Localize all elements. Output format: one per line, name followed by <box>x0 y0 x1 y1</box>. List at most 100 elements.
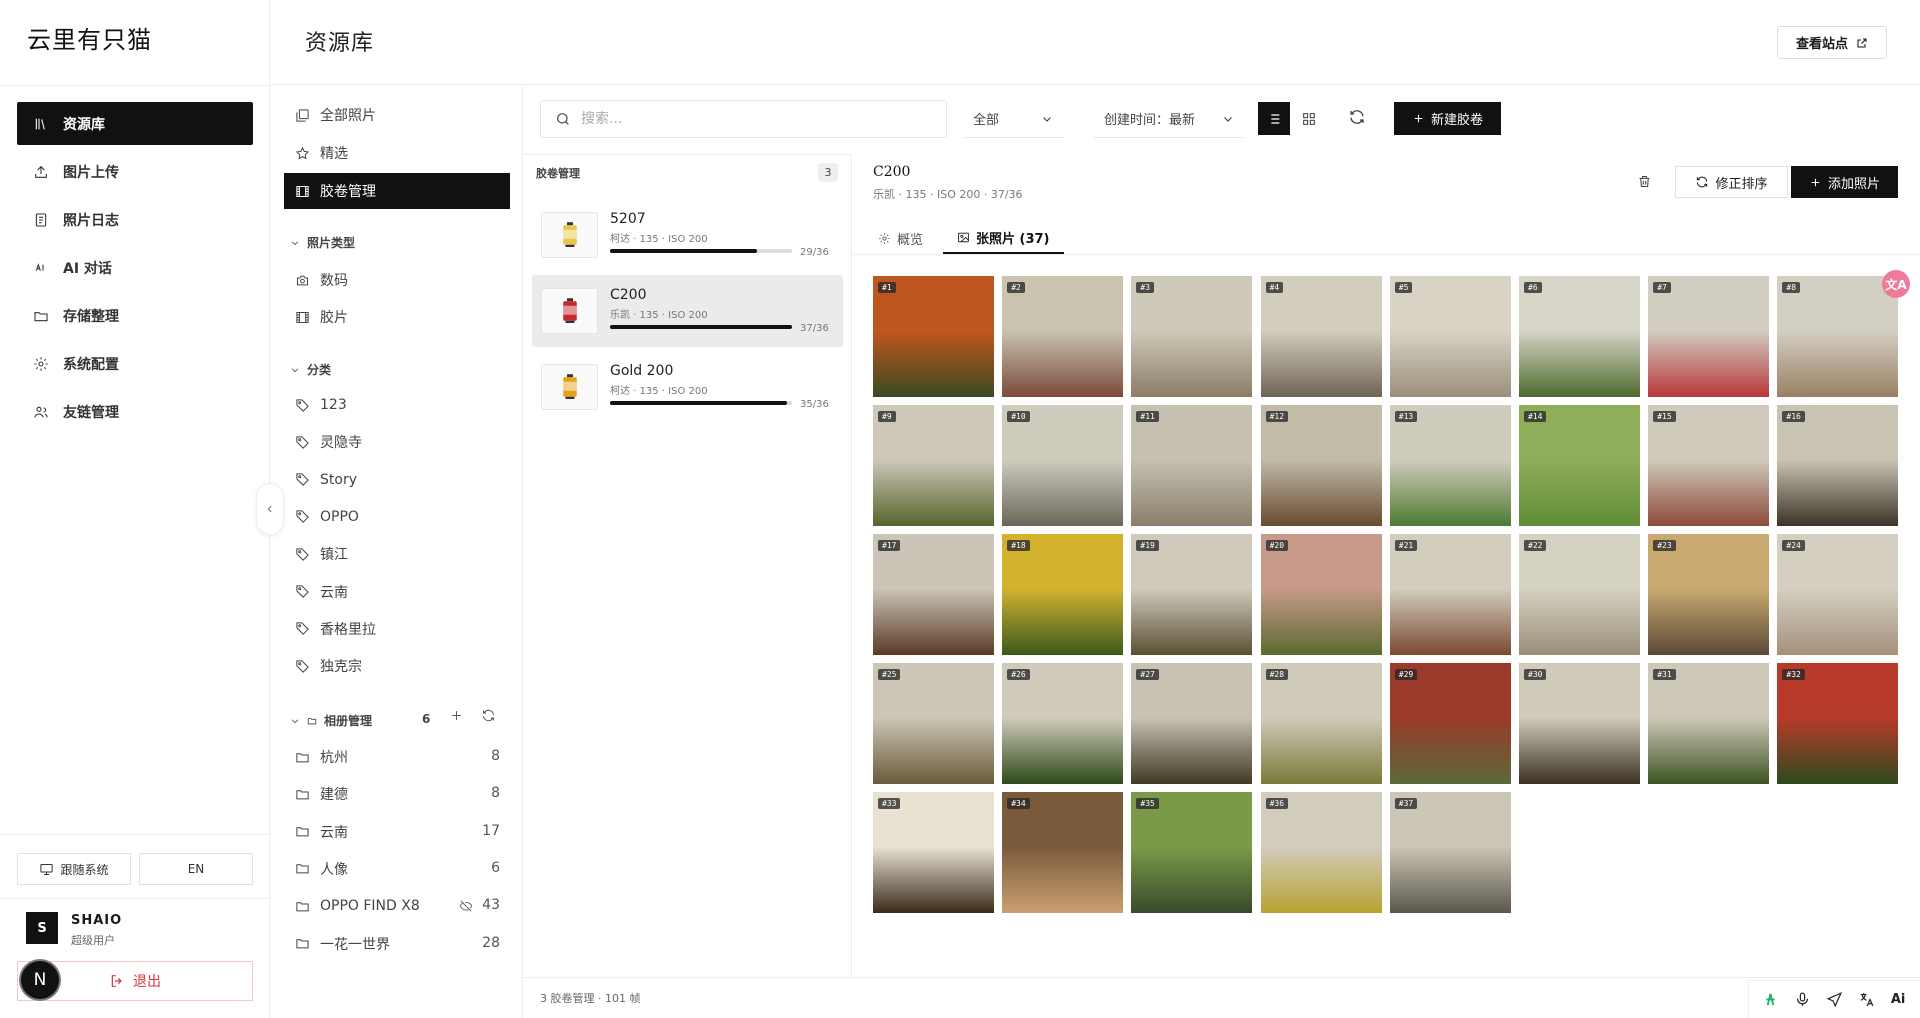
category-item[interactable]: OPPO <box>284 499 510 535</box>
sidebar-item-4[interactable]: 存储整理 <box>17 294 253 337</box>
category-item[interactable]: 灵隐寺 <box>284 424 510 460</box>
photos-icon <box>296 108 309 122</box>
roll-card[interactable]: C200 乐凯 · 135 · ISO 200 37/36 <box>532 275 843 347</box>
grid-view-button[interactable] <box>1293 102 1325 135</box>
theme-toggle-button[interactable]: 跟随系统 <box>17 853 131 885</box>
photo-thumbnail[interactable]: #35 <box>1131 792 1253 913</box>
photo-thumbnail[interactable]: #15 <box>1648 405 1770 526</box>
search-box[interactable] <box>540 100 947 138</box>
category-item[interactable]: 香格里拉 <box>284 611 510 647</box>
photo-thumbnail[interactable]: #9 <box>873 405 994 526</box>
list-view-button[interactable] <box>1258 102 1290 135</box>
microphone-icon[interactable] <box>1792 989 1814 1011</box>
photo-thumbnail[interactable]: #36 <box>1260 792 1382 913</box>
photo-thumbnail[interactable]: #11 <box>1131 405 1253 526</box>
delete-roll-button[interactable] <box>1637 174 1655 192</box>
photo-number-badge: #37 <box>1394 798 1418 809</box>
photo-thumbnail[interactable]: #1 <box>873 276 994 397</box>
photo-thumbnail[interactable]: #12 <box>1260 405 1382 526</box>
subnav-item-0[interactable]: 全部照片 <box>284 97 510 133</box>
subnav-item-1[interactable]: 精选 <box>284 135 510 171</box>
sidebar-item-2[interactable]: 照片日志 <box>17 198 253 241</box>
category-item[interactable]: 云南 <box>284 574 510 610</box>
photo-thumbnail[interactable]: #18 <box>1002 534 1124 655</box>
category-item[interactable]: 镇江 <box>284 536 510 572</box>
photo-thumbnail[interactable]: #28 <box>1260 663 1382 784</box>
photo-thumbnail[interactable]: #25 <box>873 663 994 784</box>
language-button[interactable]: EN <box>139 853 253 885</box>
category-item[interactable]: 123 <box>284 387 510 423</box>
view-site-label: 查看站点 <box>1795 37 1848 52</box>
brand-logo[interactable]: 云里有只猫 <box>27 20 152 55</box>
photo-thumbnail[interactable]: #32 <box>1777 663 1899 784</box>
translate-icon[interactable] <box>1855 989 1877 1011</box>
photo-thumbnail[interactable]: #21 <box>1389 534 1511 655</box>
photo-thumbnail[interactable]: #19 <box>1131 534 1253 655</box>
collapse-sidebar-handle[interactable] <box>256 483 284 535</box>
photo-thumbnail[interactable]: #31 <box>1648 663 1770 784</box>
photo-thumbnail[interactable]: #29 <box>1389 663 1511 784</box>
category-item[interactable]: 独克宗 <box>284 648 510 684</box>
photo-number-badge: #23 <box>1653 540 1676 551</box>
ai-button[interactable]: Ai <box>1887 989 1909 1011</box>
section-category[interactable]: 分类 <box>290 361 331 378</box>
sidebar-item-5[interactable]: 系统配置 <box>17 342 253 385</box>
sidebar-item-6[interactable]: 友链管理 <box>17 390 253 433</box>
refresh-albums-button[interactable] <box>481 708 497 724</box>
filter-select[interactable]: 全部 <box>963 100 1063 138</box>
view-site-button[interactable]: 查看站点 <box>1777 26 1887 59</box>
photo-thumbnail[interactable]: #17 <box>873 534 994 655</box>
photo-type-item[interactable]: 数码 <box>284 262 510 298</box>
photo-thumbnail[interactable]: #26 <box>1002 663 1124 784</box>
roll-card[interactable]: Gold 200 柯达 · 135 · ISO 200 35/36 <box>532 351 843 423</box>
roll-card[interactable]: 5207 柯达 · 135 · ISO 200 29/36 <box>532 199 843 271</box>
refresh-button[interactable] <box>1348 108 1370 130</box>
photo-thumbnail[interactable]: #14 <box>1519 405 1640 526</box>
tab-photos[interactable]: 张照片 (37) <box>943 222 1064 254</box>
sort-select[interactable]: 创建时间：最新 <box>1094 100 1244 138</box>
new-roll-button[interactable]: 新建胶卷 <box>1394 102 1501 135</box>
translate-badge[interactable]: 文A <box>1882 270 1910 298</box>
photo-thumbnail[interactable]: #3 <box>1131 276 1253 397</box>
photo-thumbnail[interactable]: #22 <box>1519 534 1640 655</box>
add-album-button[interactable] <box>449 708 465 724</box>
chevron-down-icon <box>291 367 299 372</box>
photo-thumbnail[interactable]: #30 <box>1519 663 1640 784</box>
photo-thumbnail[interactable]: #5 <box>1389 276 1511 397</box>
photo-thumbnail[interactable]: #27 <box>1131 663 1253 784</box>
fix-order-button[interactable]: 修正排序 <box>1675 166 1788 198</box>
photo-thumbnail[interactable]: #10 <box>1002 405 1124 526</box>
roll-frame-count: 35/36 <box>800 399 829 410</box>
photo-type-item[interactable]: 胶片 <box>284 299 510 335</box>
film-canister-icon <box>541 364 598 410</box>
extension-logo-icon[interactable] <box>1760 989 1782 1011</box>
avatar[interactable]: S <box>26 912 58 944</box>
photo-thumbnail[interactable]: #23 <box>1648 534 1770 655</box>
photo-thumbnail[interactable]: #2 <box>1002 276 1124 397</box>
sidebar-item-1[interactable]: 图片上传 <box>17 150 253 193</box>
photo-thumbnail[interactable]: #13 <box>1389 405 1511 526</box>
add-photo-button[interactable]: 添加照片 <box>1791 166 1898 198</box>
search-input[interactable] <box>581 111 921 127</box>
section-photo-type[interactable]: 照片类型 <box>290 234 355 251</box>
photo-thumbnail[interactable]: #16 <box>1777 405 1899 526</box>
photo-thumbnail[interactable]: #33 <box>873 792 994 913</box>
photo-thumbnail[interactable]: #4 <box>1260 276 1382 397</box>
photo-number-badge: #6 <box>1524 282 1542 293</box>
photo-thumbnail[interactable]: #8 <box>1777 276 1899 397</box>
photo-number-badge: #25 <box>878 669 901 680</box>
photo-thumbnail[interactable]: #20 <box>1260 534 1382 655</box>
photo-thumbnail[interactable]: #37 <box>1389 792 1511 913</box>
send-icon[interactable] <box>1823 989 1845 1011</box>
sidebar-item-3[interactable]: AI 对话 <box>17 246 253 289</box>
photo-thumbnail[interactable]: #34 <box>1002 792 1124 913</box>
subnav-item-2[interactable]: 胶卷管理 <box>284 173 510 209</box>
photo-thumbnail[interactable]: #7 <box>1648 276 1770 397</box>
category-item[interactable]: Story <box>284 462 510 498</box>
photo-thumbnail[interactable]: #24 <box>1777 534 1899 655</box>
n-badge[interactable]: N <box>21 961 59 999</box>
tab-overview[interactable]: 概览 <box>878 222 923 254</box>
section-album[interactable]: 相册管理 <box>290 712 372 729</box>
sidebar-item-0[interactable]: 资源库 <box>17 102 253 145</box>
photo-thumbnail[interactable]: #6 <box>1519 276 1640 397</box>
